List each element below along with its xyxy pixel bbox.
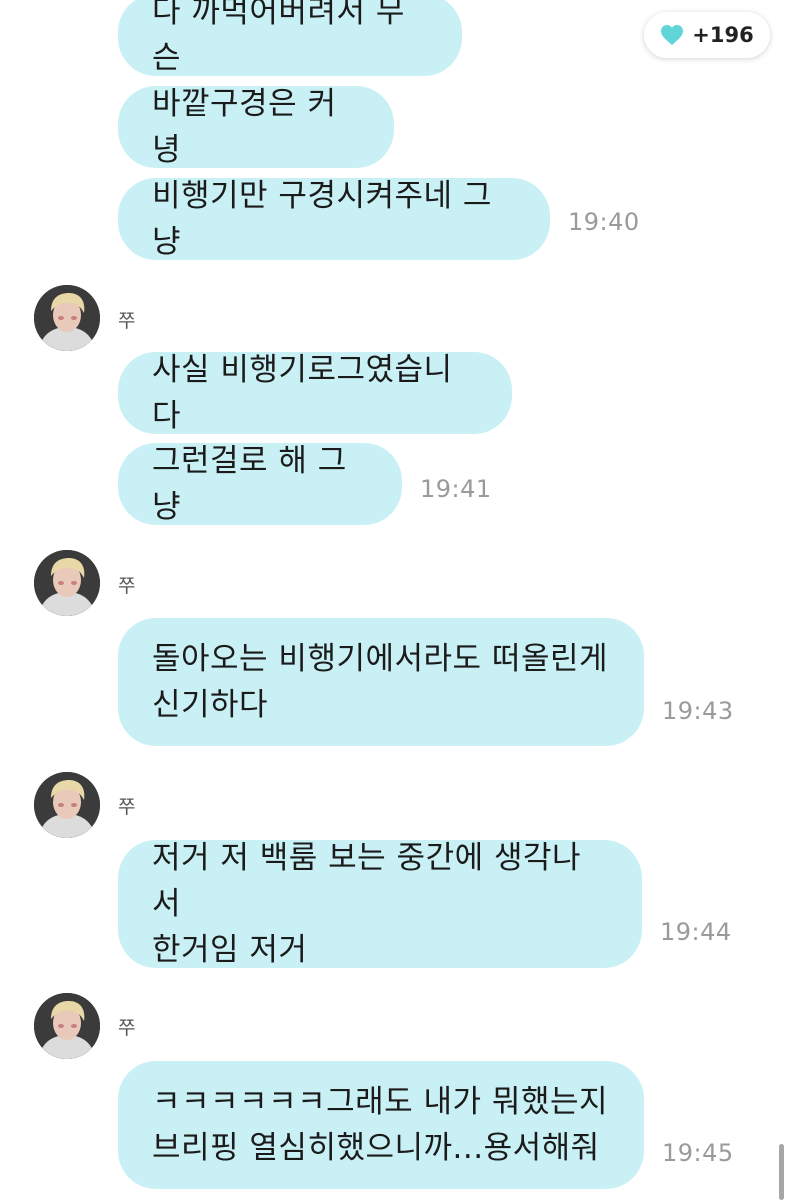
message-text: 바깥구경은 커녕 [152, 86, 337, 168]
message-text: 그런걸로 해 그냥 [152, 443, 347, 525]
sender-name: 쭈 [118, 796, 136, 818]
avatar[interactable] [34, 550, 100, 616]
avatar[interactable] [34, 285, 100, 351]
message-timestamp: 19:43 [662, 697, 734, 725]
avatar[interactable] [34, 772, 100, 838]
message-bubble[interactable]: 저거 저 백룸 보는 중간에 생각나서 한거임 저거 [118, 840, 642, 968]
message-bubble[interactable]: 비행기만 구경시켜주네 그냥 [118, 178, 550, 260]
message-timestamp: 19:44 [660, 918, 732, 946]
message-bubble[interactable]: 사실 비행기로그였습니다 [118, 352, 512, 434]
sender-name: 쭈 [118, 310, 136, 332]
message-bubble[interactable]: 그런걸로 해 그냥 [118, 443, 402, 525]
message-timestamp: 19:41 [420, 475, 492, 503]
message-text: 돌아오는 비행기에서라도 떠올린게 신기하다 [152, 641, 609, 723]
message-bubble[interactable]: 돌아오는 비행기에서라도 떠올린게 신기하다 [118, 618, 644, 746]
message-timestamp: 19:40 [568, 208, 640, 236]
heart-icon [661, 25, 684, 45]
message-bubble[interactable]: 다 까먹어버려서 무슨 [118, 0, 462, 76]
message-text: 비행기만 구경시켜주네 그냥 [152, 178, 492, 260]
message-bubble[interactable]: ㅋㅋㅋㅋㅋㅋ그래도 내가 뭐했는지 브리핑 열심히했으니까...용서해줘 [118, 1061, 644, 1189]
sender-name: 쭈 [118, 575, 136, 597]
avatar[interactable] [34, 993, 100, 1059]
like-count: +196 [692, 23, 754, 47]
scrollbar[interactable] [779, 1144, 784, 1200]
message-text: 저거 저 백룸 보는 중간에 생각나서 한거임 저거 [152, 840, 582, 968]
message-timestamp: 19:45 [662, 1139, 734, 1167]
message-text: ㅋㅋㅋㅋㅋㅋ그래도 내가 뭐했는지 브리핑 열심히했으니까...용서해줘 [152, 1084, 609, 1166]
message-bubble[interactable]: 바깥구경은 커녕 [118, 86, 394, 168]
message-text: 다 까먹어버려서 무슨 [152, 0, 405, 76]
sender-name: 쭈 [118, 1017, 136, 1039]
message-text: 사실 비행기로그였습니다 [152, 352, 453, 434]
like-count-badge[interactable]: +196 [644, 12, 770, 58]
